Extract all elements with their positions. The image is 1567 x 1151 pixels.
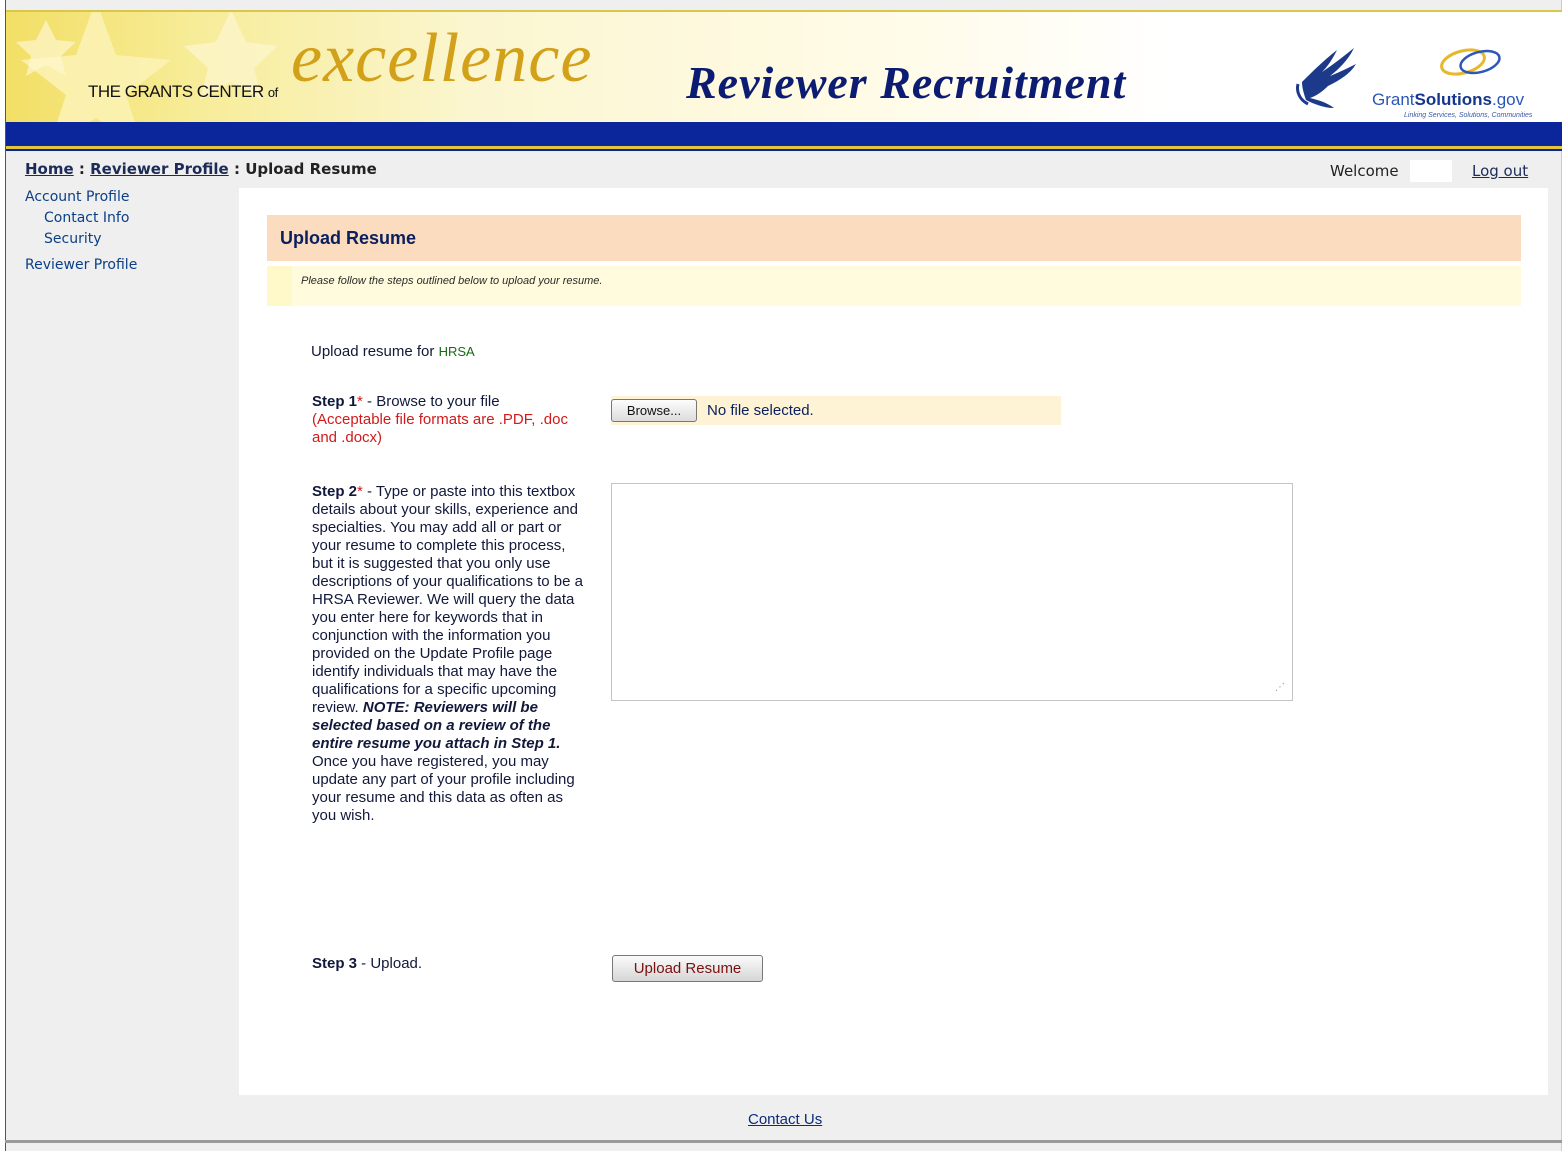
file-status: No file selected. bbox=[707, 402, 814, 419]
step3-label: Step 3 - Upload. bbox=[312, 955, 423, 972]
sidebar-item-account-profile[interactable]: Account Profile bbox=[25, 189, 130, 205]
banner: THE GRANTS CENTER of excellence Reviewer… bbox=[6, 10, 1562, 122]
upload-resume-button[interactable]: Upload Resume bbox=[612, 955, 763, 982]
excellence-wordmark: excellence bbox=[291, 20, 593, 97]
contact-us-link[interactable]: Contact Us bbox=[748, 1111, 822, 1128]
banner-top-border bbox=[6, 10, 1562, 12]
sidebar-item-reviewer-profile[interactable]: Reviewer Profile bbox=[25, 257, 137, 273]
logout-link[interactable]: Log out bbox=[1472, 162, 1528, 180]
file-format-note: (Acceptable file formats are .PDF, .doc … bbox=[312, 411, 568, 446]
main-content: Upload Resume Please follow the steps ou… bbox=[239, 188, 1548, 1095]
step1-label: Step 1* - Browse to your file (Acceptabl… bbox=[312, 393, 568, 446]
welcome-label: Welcome bbox=[1330, 162, 1399, 180]
breadcrumb-home-link[interactable]: Home bbox=[25, 160, 74, 178]
star-icon bbox=[16, 10, 278, 122]
banner-blue-divider bbox=[6, 149, 1562, 151]
upload-for-label: Upload resume for HRSA bbox=[311, 343, 475, 360]
instructions-banner: Please follow the steps outlined below t… bbox=[267, 266, 1521, 306]
sidebar-item-security[interactable]: Security bbox=[44, 231, 102, 247]
breadcrumb: Home : Reviewer Profile : Upload Resume bbox=[25, 160, 377, 178]
breadcrumb-current: Upload Resume bbox=[245, 160, 377, 178]
grantsolutions-tagline: Linking Services, Solutions, Communities bbox=[1404, 112, 1533, 119]
file-picker: Browse... No file selected. bbox=[611, 396, 1061, 425]
browse-button[interactable]: Browse... bbox=[611, 399, 697, 422]
grantsolutions-wordmark: GrantSolutions.gov bbox=[1372, 90, 1525, 109]
grants-center-text: THE GRANTS CENTER of bbox=[88, 82, 278, 101]
banner-blue-bar bbox=[6, 122, 1562, 146]
page-bottom-border bbox=[5, 1140, 1562, 1143]
resize-grip-icon[interactable]: ⋰ bbox=[1275, 682, 1285, 693]
page-title: Upload Resume bbox=[280, 228, 417, 248]
skills-details-textarea[interactable] bbox=[611, 483, 1293, 701]
breadcrumb-reviewer-profile-link[interactable]: Reviewer Profile bbox=[90, 160, 229, 178]
section-header: Upload Resume bbox=[267, 215, 1521, 261]
agency-name: HRSA bbox=[438, 344, 475, 359]
sidebar-item-contact-info[interactable]: Contact Info bbox=[44, 210, 129, 226]
step2-label: Step 2* - Type or paste into this textbo… bbox=[312, 483, 583, 824]
welcome-username bbox=[1410, 160, 1452, 182]
grantsolutions-logo[interactable]: GrantSolutions.gov Linking Services, Sol… bbox=[1368, 40, 1558, 120]
grantsolutions-rings-icon bbox=[1440, 48, 1501, 76]
instructions-text: Please follow the steps outlined below t… bbox=[301, 275, 603, 287]
reviewer-recruitment-title: Reviewer Recruitment bbox=[686, 57, 1127, 108]
hhs-eagle-icon bbox=[1296, 48, 1356, 108]
